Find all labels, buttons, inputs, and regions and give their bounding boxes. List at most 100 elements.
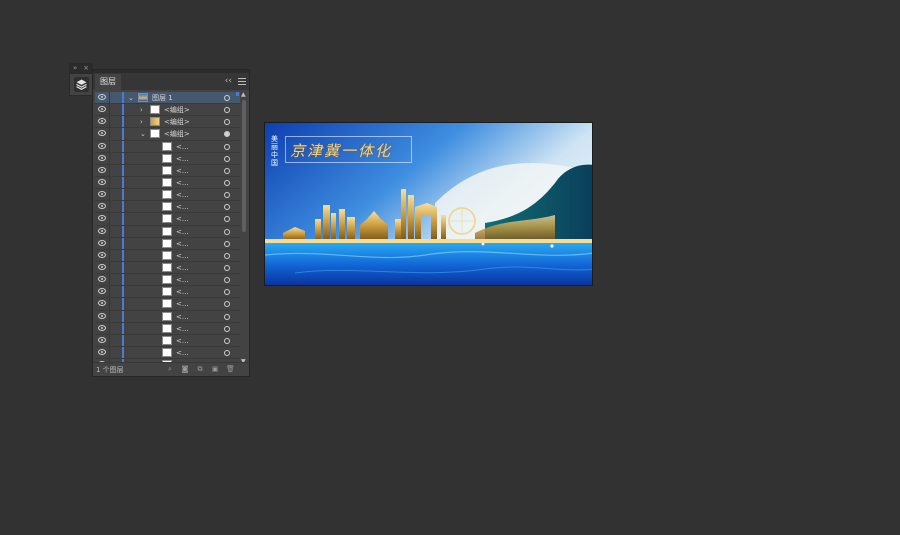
target-circle-icon[interactable] [224, 349, 230, 356]
layer-name[interactable]: <... [176, 311, 189, 323]
target-circle-icon[interactable] [224, 337, 230, 344]
visibility-eye-icon[interactable] [98, 336, 106, 343]
layer-item-row[interactable]: <... [95, 322, 240, 335]
lock-toggle[interactable] [112, 92, 121, 103]
layer-item-row[interactable]: <... [95, 201, 240, 214]
lock-toggle[interactable] [112, 238, 121, 249]
visibility-eye-icon[interactable] [98, 276, 106, 283]
visibility-eye-icon[interactable] [98, 203, 106, 210]
tab-layers[interactable]: 图层 [95, 74, 121, 90]
layer-item-row[interactable]: <... [95, 237, 240, 250]
collapse-arrow-icon[interactable]: ⌄ [128, 92, 134, 104]
visibility-eye-icon[interactable] [98, 348, 106, 355]
lock-toggle[interactable] [112, 104, 121, 115]
lock-toggle[interactable] [112, 141, 121, 152]
lock-toggle[interactable] [112, 213, 121, 224]
layer-item-row[interactable]: <... [95, 249, 240, 262]
layer-item-row[interactable]: <... [95, 176, 240, 190]
target-circle-icon[interactable] [224, 216, 230, 223]
layer-name[interactable]: <... [176, 238, 189, 250]
new-layer-icon[interactable]: ▣ [211, 365, 219, 373]
layer-item-row[interactable]: <... [95, 213, 240, 226]
layer-name[interactable]: <编组> [164, 116, 190, 128]
layer-name[interactable]: <... [176, 213, 189, 225]
target-circle-icon[interactable] [224, 264, 230, 271]
visibility-eye-icon[interactable] [98, 130, 106, 137]
lock-toggle[interactable] [112, 347, 121, 358]
layer-row[interactable]: ⌄ 图层 1 [95, 92, 240, 105]
panel-menu-icon[interactable] [238, 78, 246, 85]
target-circle-icon[interactable] [224, 192, 230, 199]
target-circle-icon[interactable] [224, 252, 230, 259]
artboard[interactable]: 美丽中国 京津冀一体化 [264, 122, 593, 286]
layer-name[interactable]: <... [176, 189, 189, 201]
visibility-eye-icon[interactable] [98, 227, 106, 234]
expand-arrow-icon[interactable]: › [140, 116, 143, 128]
layer-name[interactable]: <... [176, 226, 189, 238]
layer-name[interactable]: <... [176, 201, 189, 213]
lock-toggle[interactable] [112, 311, 121, 322]
dock-close-button[interactable]: × [83, 64, 89, 72]
layer-item-row[interactable]: <... [95, 152, 240, 165]
visibility-eye-icon[interactable] [98, 118, 106, 125]
layer-item-row[interactable]: ⌄ <编组> [95, 128, 240, 141]
layer-item-row[interactable]: <... [95, 298, 240, 311]
dock-collapse-button[interactable]: » [73, 64, 77, 72]
target-circle-icon[interactable] [224, 277, 230, 284]
visibility-eye-icon[interactable] [98, 300, 106, 307]
scroll-up-icon[interactable]: ▲ [241, 92, 246, 98]
layer-name[interactable]: <... [176, 165, 189, 177]
layer-item-row[interactable]: <... [95, 346, 240, 360]
visibility-eye-icon[interactable] [98, 239, 106, 246]
target-circle-icon[interactable] [224, 155, 230, 162]
lock-toggle[interactable] [112, 323, 121, 334]
layer-name[interactable]: <编组> [164, 128, 190, 140]
layer-name[interactable]: <编组> [164, 104, 190, 116]
visibility-eye-icon[interactable] [98, 251, 106, 258]
target-circle-icon[interactable] [224, 143, 230, 150]
lock-toggle[interactable] [112, 274, 121, 285]
target-circle-icon[interactable] [224, 313, 230, 320]
make-clip-mask-icon[interactable]: ◙ [181, 365, 189, 373]
target-circle-icon[interactable] [224, 204, 230, 211]
collapse-arrow-icon[interactable]: ⌄ [140, 128, 146, 140]
lock-toggle[interactable] [112, 262, 121, 273]
layer-name[interactable]: <... [176, 298, 189, 310]
collapse-panel-button[interactable]: ‹‹ [225, 76, 232, 86]
layer-name[interactable]: <... [176, 262, 189, 274]
layer-name[interactable]: <... [176, 323, 189, 335]
layer-item-row[interactable]: › <编组> [95, 116, 240, 129]
lock-toggle[interactable] [112, 189, 121, 200]
layer-item-row[interactable]: <... [95, 225, 240, 238]
layer-item-row[interactable]: <... [95, 334, 240, 347]
visibility-eye-icon[interactable] [98, 263, 106, 270]
visibility-eye-icon[interactable] [98, 215, 106, 222]
target-circle-icon[interactable] [224, 325, 230, 332]
lock-toggle[interactable] [112, 201, 121, 212]
visibility-eye-icon[interactable] [98, 142, 106, 149]
layer-name[interactable]: <... [176, 177, 189, 189]
delete-icon[interactable]: 🗑 [226, 365, 235, 373]
lock-toggle[interactable] [112, 177, 121, 188]
new-sublayer-icon[interactable]: ⧉ [196, 365, 204, 373]
layer-item-row[interactable]: <... [95, 189, 240, 202]
scrollbar-thumb[interactable] [242, 100, 246, 232]
target-circle-icon[interactable] [224, 95, 230, 101]
visibility-eye-icon[interactable] [98, 178, 106, 185]
target-circle-icon[interactable] [224, 228, 230, 235]
layer-name[interactable]: <... [176, 347, 189, 359]
visibility-eye-icon[interactable] [98, 191, 106, 198]
target-circle-icon[interactable] [224, 289, 230, 296]
target-circle-icon[interactable] [224, 179, 230, 186]
layer-item-row[interactable]: <... [95, 274, 240, 287]
lock-toggle[interactable] [112, 335, 121, 346]
layer-name[interactable]: 图层 1 [152, 92, 173, 104]
locate-object-icon[interactable]: ⌕ [166, 365, 174, 373]
visibility-eye-icon[interactable] [98, 94, 106, 100]
visibility-eye-icon[interactable] [98, 312, 106, 319]
layer-item-row[interactable]: <... [95, 310, 240, 323]
layer-item-row[interactable]: <... [95, 261, 240, 275]
layer-item-row[interactable]: <... [95, 286, 240, 299]
layer-name[interactable]: <... [176, 250, 189, 262]
target-circle-icon[interactable] [224, 301, 230, 308]
